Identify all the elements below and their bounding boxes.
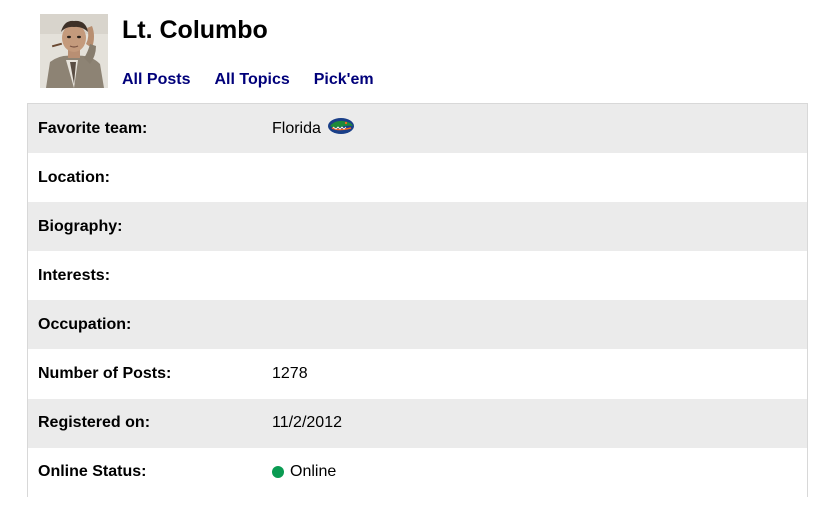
- all-topics-link[interactable]: All Topics: [214, 71, 289, 89]
- posts-label: Number of Posts:: [38, 365, 172, 383]
- profile-header: Lt. Columbo All Posts All Topics Pick'em: [0, 0, 824, 100]
- biography-label: Biography:: [38, 217, 123, 235]
- online-status-value: Online: [290, 463, 337, 481]
- interests-label: Interests:: [38, 266, 111, 284]
- occupation-row: Occupation:: [28, 300, 807, 350]
- biography-row: Biography:: [28, 202, 807, 252]
- favorite-team-label: Favorite team:: [38, 119, 148, 137]
- online-status-label: Online Status:: [38, 463, 147, 481]
- interests-row: Interests:: [28, 251, 807, 301]
- posts-value: 1278: [272, 365, 308, 383]
- favorite-team-value: Florida: [272, 119, 321, 137]
- online-status-dot-icon: [272, 466, 284, 479]
- online-status-row: Online Status: Online: [28, 447, 807, 497]
- favorite-team-row: Favorite team: Florida: [28, 104, 807, 154]
- avatar: [40, 14, 108, 88]
- avatar-image: [40, 14, 108, 88]
- florida-gator-icon: [327, 117, 354, 134]
- profile-name: Lt. Columbo: [122, 16, 268, 44]
- pickem-link[interactable]: Pick'em: [314, 71, 374, 89]
- all-posts-link[interactable]: All Posts: [122, 71, 190, 89]
- registered-row: Registered on: 11/2/2012: [28, 398, 807, 448]
- registered-value: 11/2/2012: [272, 414, 342, 432]
- registered-label: Registered on:: [38, 414, 151, 432]
- location-row: Location:: [28, 153, 807, 203]
- favorite-team-value-wrap: Florida: [272, 117, 355, 138]
- profile-details-table: Favorite team: Florida Location: Biograp…: [27, 103, 808, 497]
- location-label: Location:: [38, 168, 110, 186]
- occupation-label: Occupation:: [38, 315, 132, 333]
- online-status-value-wrap: Online: [272, 463, 336, 481]
- profile-nav: All Posts All Topics Pick'em: [122, 71, 374, 89]
- posts-row: Number of Posts: 1278: [28, 349, 807, 399]
